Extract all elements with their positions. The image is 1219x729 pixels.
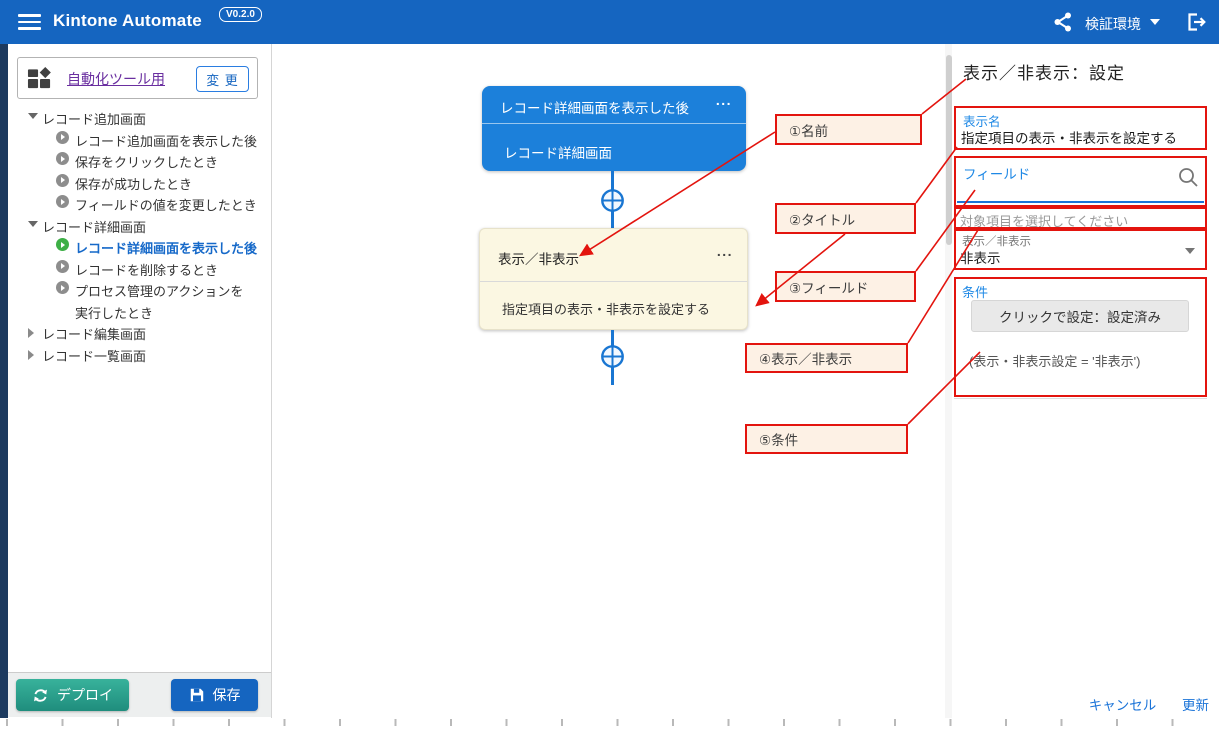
tree-node-record-edit[interactable]: レコード編集画面 [8,321,271,342]
flow-canvas: レコード詳細画面を表示した後 ... レコード詳細画面 表示／非表示 ... 指… [272,44,945,718]
visibility-select[interactable]: 非表示 [960,247,1001,267]
more-horizontal-icon[interactable]: ... [716,92,732,108]
display-name-value[interactable]: 指定項目の表示・非表示を設定する [961,127,1177,147]
field-input[interactable] [957,201,1204,204]
annotation-visibility: ④表示／非表示 [745,343,908,373]
settings-panel: 表示／非表示：設定 表示名 指定項目の表示・非表示を設定する フィールド 対象項… [952,44,1219,718]
tree-node-record-list[interactable]: レコード一覧画面 [8,343,271,364]
tree-event[interactable]: フィールドの値を変更したとき [8,192,271,213]
canvas-ruler [6,719,1219,726]
action-node[interactable]: 表示／非表示 ... 指定項目の表示・非表示を設定する [479,228,748,330]
trigger-node-title: レコード詳細画面を表示した後 [500,97,689,117]
display-name-field-highlight: 表示名 指定項目の表示・非表示を設定する [954,106,1207,150]
tree-event-active[interactable]: レコード詳細画面を表示した後 [8,235,271,256]
tree-expand-icon[interactable] [28,113,38,119]
annotation-name: ①名前 [775,114,922,145]
sidebar: 自動化ツール用 変 更 レコード追加画面 レコード追加画面を表示した後 保存をク… [8,44,272,718]
sidebar-footer: デプロイ 保存 [8,672,271,717]
app-title: Kintone Automate [53,11,202,31]
field-placeholder-highlight: 対象項目を選択してください [954,207,1207,229]
play-circle-icon [56,174,69,187]
scrollbar-track [945,44,952,718]
environment-selector[interactable]: 検証環境 [1085,14,1141,34]
scrollbar-thumb[interactable] [946,55,952,245]
collapsed-left-rail [0,44,8,718]
tree-event[interactable]: レコードを削除するとき [8,257,271,278]
tree-expand-icon[interactable] [28,328,34,338]
share-icon[interactable] [1053,12,1073,32]
app-grid-icon [27,66,52,91]
play-circle-icon [56,260,69,273]
trigger-node-header: レコード詳細画面を表示した後 ... [482,86,746,124]
floppy-disk-icon [189,687,205,703]
tree-event[interactable]: プロセス管理のアクションを実行したとき [8,278,271,321]
annotation-condition: ⑤条件 [745,424,908,454]
chevron-down-icon[interactable] [1185,248,1195,254]
action-node-header: 表示／非表示 ... [480,229,747,282]
version-badge: V0.2.0 [219,7,262,22]
app-selector-box: 自動化ツール用 変 更 [17,57,258,99]
more-horizontal-icon[interactable]: ... [717,243,733,259]
condition-label: 条件 [962,282,988,301]
kintone-automate-app: Kintone Automate V0.2.0 検証環境 自動化ツール用 変 更 [0,0,1219,729]
tree-node-record-detail[interactable]: レコード詳細画面 [8,214,271,235]
cancel-button[interactable]: キャンセル [1089,698,1157,713]
chevron-down-icon[interactable] [1150,19,1160,25]
update-button[interactable]: 更新 [1182,698,1209,713]
app-header: Kintone Automate V0.2.0 検証環境 [0,0,1219,44]
annotation-title: ②タイトル [775,203,916,234]
change-app-button[interactable]: 変 更 [196,66,249,92]
tree-event[interactable]: 保存をクリックしたとき [8,149,271,170]
tree-event[interactable]: 保存が成功したとき [8,171,271,192]
field-input-highlight: フィールド [954,156,1207,207]
play-circle-icon [56,131,69,144]
search-icon[interactable] [1177,166,1199,188]
play-circle-icon [56,238,69,251]
panel-title: 表示／非表示：設定 [963,59,1125,84]
logout-icon[interactable] [1185,11,1207,33]
tree-expand-icon[interactable] [28,221,38,227]
action-node-subtitle: 指定項目の表示・非表示を設定する [502,299,710,318]
condition-set-button[interactable]: クリックで設定：設定済み [971,300,1189,332]
save-button[interactable]: 保存 [171,679,258,711]
field-label: フィールド [963,163,1030,183]
action-node-title: 表示／非表示 [498,248,579,268]
visibility-select-highlight: 表示／非表示 非表示 [954,229,1207,270]
app-name-link[interactable]: 自動化ツール用 [67,69,165,89]
plus-circle-icon[interactable] [600,188,625,213]
tree-node-record-add[interactable]: レコード追加画面 [8,106,271,127]
deploy-button[interactable]: デプロイ [16,679,129,711]
panel-divider [954,398,1207,399]
panel-actions: キャンセル 更新 [1089,694,1209,714]
play-circle-icon [56,281,69,294]
condition-expression: (表示・非表示設定 = '非表示') [969,351,1140,370]
play-circle-icon [56,195,69,208]
hamburger-menu-icon[interactable] [18,14,41,30]
tree-expand-icon[interactable] [28,350,34,360]
condition-section-highlight: 条件 クリックで設定：設定済み (表示・非表示設定 = '非表示') [954,277,1207,397]
field-placeholder: 対象項目を選択してください [960,211,1128,230]
tree-event[interactable]: レコード追加画面を表示した後 [8,128,271,149]
play-circle-icon [56,152,69,165]
trigger-node-subtitle: レコード詳細画面 [504,142,612,162]
plus-circle-icon[interactable] [600,344,625,369]
annotation-field: ③フィールド [775,271,916,302]
trigger-node[interactable]: レコード詳細画面を表示した後 ... レコード詳細画面 [482,86,746,171]
sync-icon [32,687,49,704]
